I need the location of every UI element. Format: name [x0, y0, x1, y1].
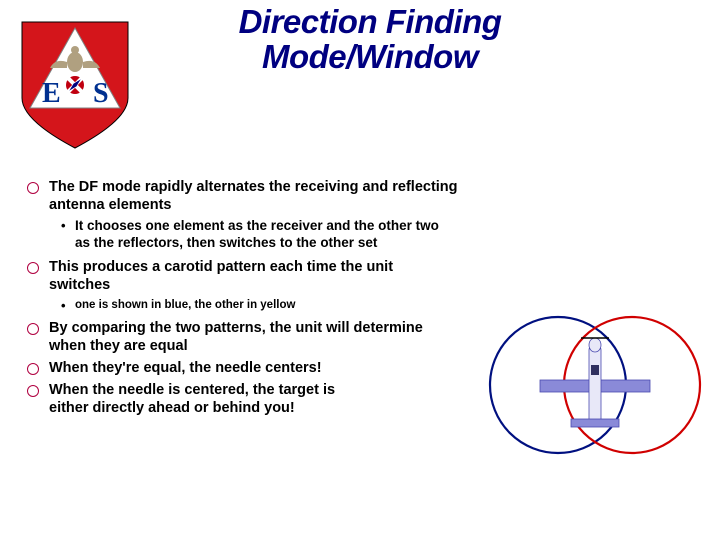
emergency-services-badge: E S — [20, 20, 130, 150]
bullet-4: When they're equal, the needle centers! — [25, 359, 425, 377]
aircraft-icon — [540, 338, 650, 427]
bullet-5: When the needle is centered, the target … — [25, 381, 345, 417]
slide-title: Direction Finding Mode/Window — [185, 5, 555, 74]
badge-letter-left: E — [42, 78, 61, 109]
antenna-pattern-diagram — [480, 280, 710, 490]
badge-letter-right: S — [93, 78, 109, 109]
bullet-1: The DF mode rapidly alternates the recei… — [25, 178, 505, 214]
slide-body: The DF mode rapidly alternates the recei… — [25, 178, 505, 421]
bullet-1-sub-1: It chooses one element as the receiver a… — [25, 218, 455, 252]
bullet-2-sub-1: one is shown in blue, the other in yello… — [25, 298, 505, 312]
bullet-2: This produces a carotid pattern each tim… — [25, 258, 455, 294]
bullet-3: By comparing the two patterns, the unit … — [25, 319, 425, 355]
